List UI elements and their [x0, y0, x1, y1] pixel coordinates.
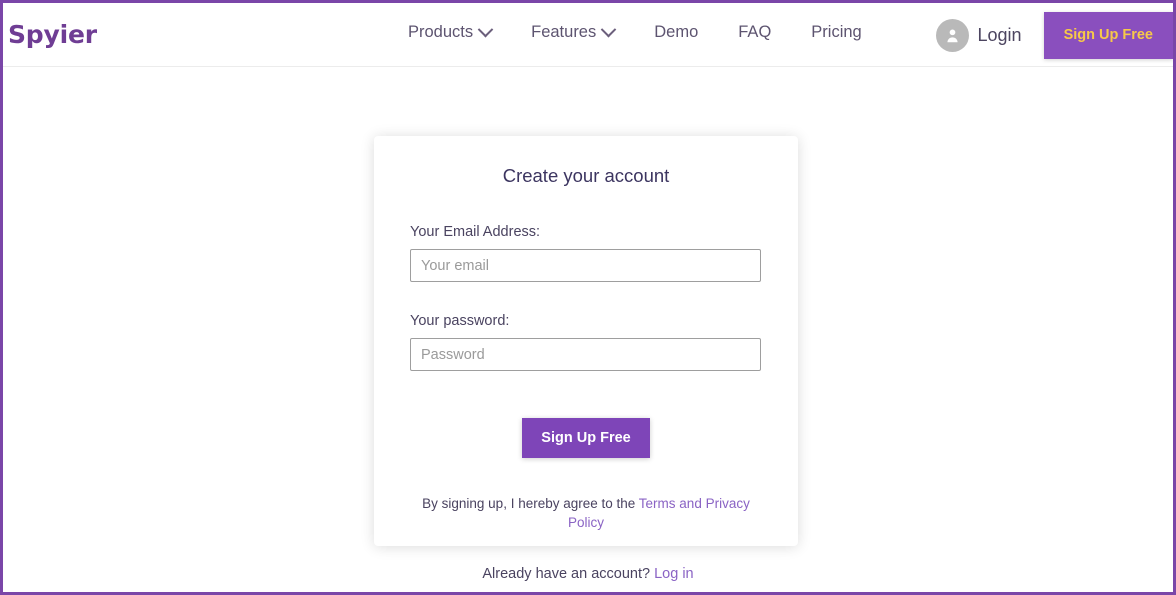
site-logo[interactable]: Spyier	[8, 20, 97, 49]
terms-agreement-text: By signing up, I hereby agree to the Ter…	[410, 494, 762, 532]
card-title: Create your account	[374, 136, 798, 187]
already-have-account-text: Already have an account?	[482, 566, 654, 582]
main-navigation: Products Features Demo FAQ Pricing	[403, 23, 882, 42]
browser-viewport: Spyier Products Features Demo FAQ Pricin…	[0, 0, 1176, 595]
user-avatar-icon	[936, 19, 969, 52]
login-label: Login	[978, 25, 1022, 46]
nav-item-label: Products	[408, 23, 473, 42]
chevron-down-icon	[478, 22, 494, 38]
signup-card: Create your account Your Email Address: …	[374, 136, 798, 546]
email-field-group: Your Email Address:	[410, 224, 761, 282]
password-field-label: Your password:	[410, 313, 761, 329]
nav-item-pricing[interactable]: Pricing	[791, 23, 881, 42]
email-input[interactable]	[410, 249, 761, 282]
email-field-label: Your Email Address:	[410, 224, 761, 240]
site-header: Spyier Products Features Demo FAQ Pricin…	[3, 3, 1173, 67]
chevron-down-icon	[601, 22, 617, 38]
nav-item-label: Features	[531, 23, 596, 42]
nav-item-label: Demo	[654, 23, 698, 42]
signup-submit-button[interactable]: Sign Up Free	[522, 418, 650, 458]
header-signup-button[interactable]: Sign Up Free	[1044, 12, 1173, 59]
nav-item-products[interactable]: Products	[403, 23, 511, 42]
already-have-account: Already have an account? Log in	[3, 566, 1173, 582]
header-actions: Login Sign Up Free	[936, 3, 1173, 67]
password-input[interactable]	[410, 338, 761, 371]
main-content: Create your account Your Email Address: …	[3, 67, 1173, 592]
login-link[interactable]: Login	[936, 19, 1022, 52]
nav-item-demo[interactable]: Demo	[634, 23, 718, 42]
password-field-group: Your password:	[410, 313, 761, 371]
nav-item-label: Pricing	[811, 23, 861, 42]
nav-item-faq[interactable]: FAQ	[718, 23, 791, 42]
terms-prefix: By signing up, I hereby agree to the	[422, 496, 639, 511]
nav-item-label: FAQ	[738, 23, 771, 42]
login-text-link[interactable]: Log in	[654, 566, 694, 582]
nav-item-features[interactable]: Features	[511, 23, 634, 42]
